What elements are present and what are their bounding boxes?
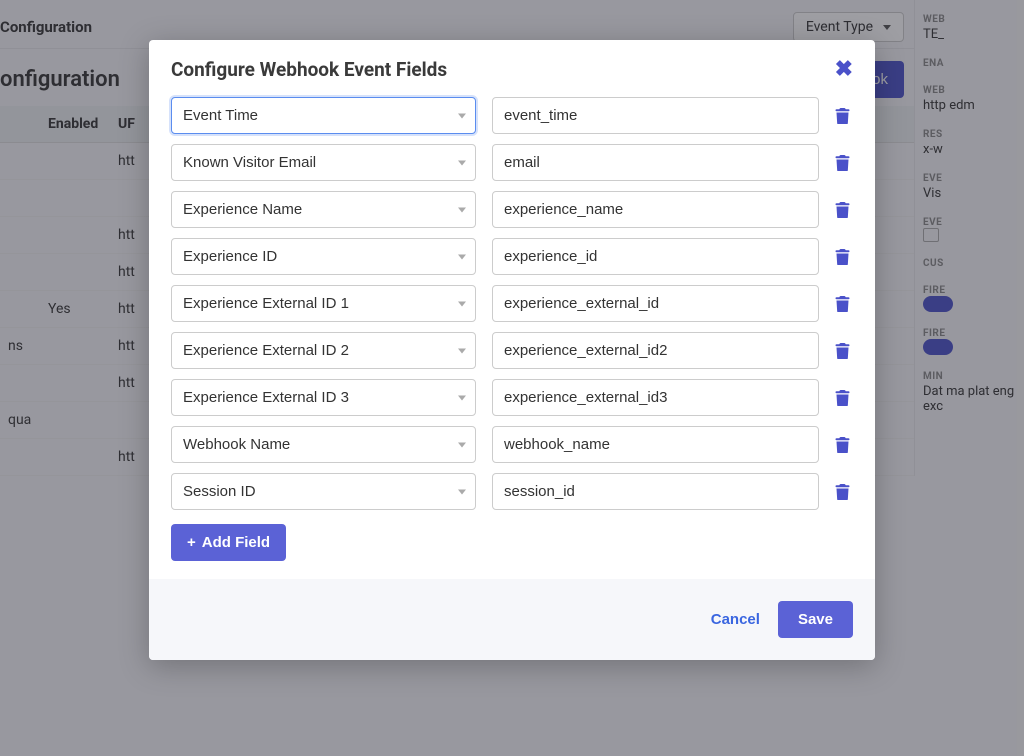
- field-select-wrap: Experience External ID 3: [171, 379, 476, 416]
- modal-title: Configure Webhook Event Fields: [171, 58, 447, 81]
- plus-icon: +: [187, 534, 196, 551]
- field-key-input[interactable]: [492, 473, 819, 510]
- cancel-button[interactable]: Cancel: [711, 611, 760, 628]
- trash-icon[interactable]: [835, 296, 853, 312]
- configure-webhook-modal: Configure Webhook Event Fields ✖ Event T…: [149, 40, 875, 660]
- field-row: Session ID: [171, 473, 853, 510]
- field-select[interactable]: Experience External ID 1: [171, 285, 476, 322]
- field-row: Experience External ID 1: [171, 285, 853, 322]
- field-row: Event Time: [171, 97, 853, 134]
- field-select-wrap: Experience External ID 1: [171, 285, 476, 322]
- field-key-input[interactable]: [492, 426, 819, 463]
- trash-icon[interactable]: [835, 155, 853, 171]
- field-select[interactable]: Event Time: [171, 97, 476, 134]
- field-row: Experience External ID 2: [171, 332, 853, 369]
- modal-footer: Cancel Save: [149, 579, 875, 660]
- field-key-input[interactable]: [492, 285, 819, 322]
- close-icon[interactable]: ✖: [835, 59, 853, 81]
- field-key-input[interactable]: [492, 332, 819, 369]
- field-select-wrap: Known Visitor Email: [171, 144, 476, 181]
- modal-header: Configure Webhook Event Fields ✖: [149, 40, 875, 89]
- save-button[interactable]: Save: [778, 601, 853, 638]
- field-select-wrap: Webhook Name: [171, 426, 476, 463]
- add-field-label: Add Field: [202, 534, 270, 551]
- field-select[interactable]: Experience External ID 3: [171, 379, 476, 416]
- trash-icon[interactable]: [835, 249, 853, 265]
- field-select[interactable]: Known Visitor Email: [171, 144, 476, 181]
- trash-icon[interactable]: [835, 437, 853, 453]
- field-key-input[interactable]: [492, 379, 819, 416]
- field-select-wrap: Experience Name: [171, 191, 476, 228]
- trash-icon[interactable]: [835, 343, 853, 359]
- field-row: Experience External ID 3: [171, 379, 853, 416]
- trash-icon[interactable]: [835, 202, 853, 218]
- fields-container: Event Time Known Visitor Email Experience …: [171, 97, 853, 510]
- field-key-input[interactable]: [492, 191, 819, 228]
- modal-body: Event Time Known Visitor Email Experience …: [149, 89, 875, 579]
- field-select-wrap: Session ID: [171, 473, 476, 510]
- field-row: Known Visitor Email: [171, 144, 853, 181]
- field-key-input[interactable]: [492, 97, 819, 134]
- field-select[interactable]: Experience External ID 2: [171, 332, 476, 369]
- field-row: Experience Name: [171, 191, 853, 228]
- field-select[interactable]: Session ID: [171, 473, 476, 510]
- trash-icon[interactable]: [835, 108, 853, 124]
- field-row: Experience ID: [171, 238, 853, 275]
- field-key-input[interactable]: [492, 144, 819, 181]
- field-select-wrap: Experience ID: [171, 238, 476, 275]
- trash-icon[interactable]: [835, 390, 853, 406]
- field-select-wrap: Event Time: [171, 97, 476, 134]
- field-row: Webhook Name: [171, 426, 853, 463]
- field-select[interactable]: Experience ID: [171, 238, 476, 275]
- field-select[interactable]: Webhook Name: [171, 426, 476, 463]
- modal-overlay: Configure Webhook Event Fields ✖ Event T…: [0, 0, 1024, 756]
- add-field-button[interactable]: + Add Field: [171, 524, 286, 561]
- field-key-input[interactable]: [492, 238, 819, 275]
- field-select-wrap: Experience External ID 2: [171, 332, 476, 369]
- field-select[interactable]: Experience Name: [171, 191, 476, 228]
- trash-icon[interactable]: [835, 484, 853, 500]
